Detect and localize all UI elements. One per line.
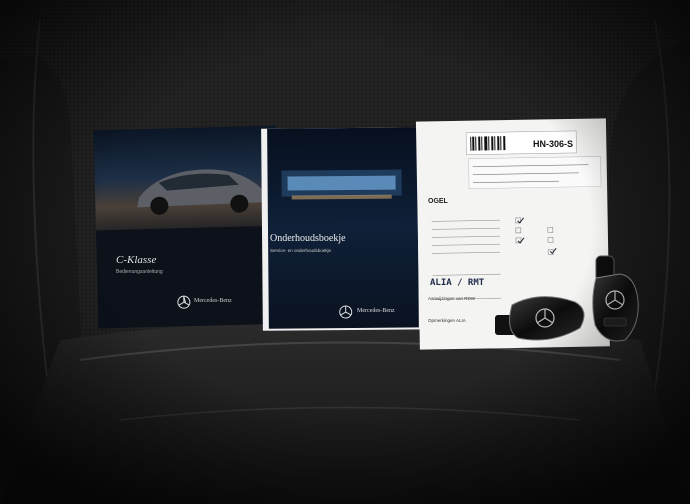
card-heading: OGEL [428,198,448,205]
handwritten-name: ALIA / RMT [430,278,485,288]
booklet-brand: Mercedes-Benz [357,308,395,314]
card-field-2: Opmerkingen ALIA [428,318,466,323]
booklet-title: Onderhoudsboekje [270,233,346,244]
manual-model-title: C-Klasse [116,254,157,266]
license-plate-label: HN-306-S [533,139,574,149]
photo-svg [0,0,690,504]
booklet-subtitle: Service- en onderhoudsboekje [270,248,332,253]
manual-brand: Mercedes-Benz [194,298,232,304]
photo-scene: C-Klasse Bedienungsanleitung Mercedes-Be… [0,0,690,504]
card-field-1: Aanwijzingen van RDW [428,296,476,301]
manual-subtitle: Bedienungsanleitung [116,269,163,275]
